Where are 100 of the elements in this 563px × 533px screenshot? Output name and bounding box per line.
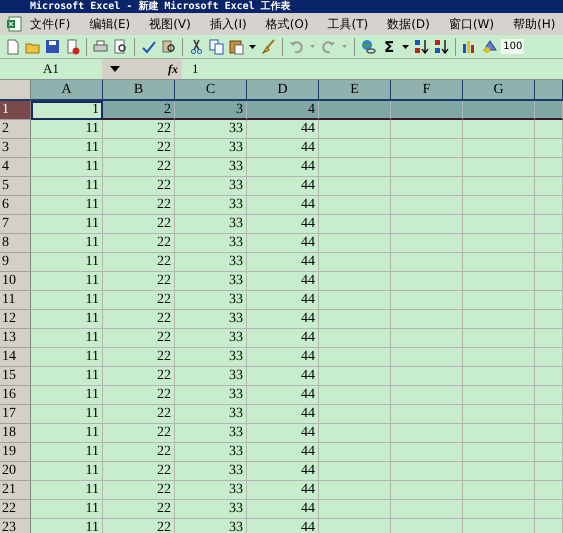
column-header[interactable]: A — [31, 80, 103, 101]
table-cell — [463, 481, 535, 500]
table-cell: 22 — [103, 329, 175, 348]
table-cell: 44 — [247, 348, 319, 367]
menu-item[interactable]: 窗口(W) — [448, 14, 494, 34]
row-header[interactable]: 20 — [0, 462, 31, 481]
sort-ascending-icon[interactable] — [413, 38, 430, 55]
clipboard-icon[interactable] — [228, 38, 245, 55]
table-cell — [535, 481, 563, 500]
table-cell — [535, 386, 563, 405]
menu-item[interactable]: 视图(V) — [149, 14, 191, 34]
row-header[interactable]: 10 — [0, 272, 31, 291]
copy-icon[interactable] — [208, 38, 225, 55]
table-cell — [463, 101, 535, 120]
table-cell — [463, 120, 535, 139]
row-header[interactable]: 7 — [0, 215, 31, 234]
row-header[interactable]: 14 — [0, 348, 31, 367]
menu-item[interactable]: 帮助(H) — [513, 14, 556, 34]
table-cell: 22 — [103, 253, 175, 272]
row-header[interactable]: 12 — [0, 310, 31, 329]
table-cell: 44 — [247, 443, 319, 462]
table-cell: 1 — [31, 101, 103, 120]
table-cell: 33 — [175, 348, 247, 367]
row-header[interactable]: 21 — [0, 481, 31, 500]
table-cell — [535, 101, 563, 120]
row-header[interactable]: 11 — [0, 291, 31, 310]
table-cell: 44 — [247, 310, 319, 329]
table-cell: 44 — [247, 367, 319, 386]
spreadsheet-icon[interactable] — [6, 16, 22, 32]
table-cell — [319, 405, 391, 424]
caret-icon[interactable] — [110, 66, 120, 72]
menu-item[interactable]: 数据(D) — [387, 14, 430, 34]
row-header[interactable]: 4 — [0, 158, 31, 177]
zoom-field[interactable]: 100 — [501, 39, 524, 54]
column-header[interactable]: E — [319, 80, 391, 101]
column-header[interactable]: B — [103, 80, 175, 101]
column-header[interactable]: D — [247, 80, 319, 101]
drawing-tools-icon[interactable] — [481, 38, 498, 55]
paintbrush-icon[interactable] — [260, 38, 277, 55]
table-cell — [391, 253, 463, 272]
table-cell: 33 — [175, 177, 247, 196]
research-book-icon[interactable] — [160, 38, 177, 55]
table-cell — [319, 310, 391, 329]
row-header[interactable]: 15 — [0, 367, 31, 386]
table-cell — [391, 481, 463, 500]
menu-item[interactable]: 编辑(E) — [89, 14, 130, 34]
row-header[interactable]: 22 — [0, 500, 31, 519]
table-cell: 33 — [175, 139, 247, 158]
menu-item[interactable]: 工具(T) — [328, 14, 368, 34]
table-cell: 22 — [103, 196, 175, 215]
table-cell — [463, 291, 535, 310]
table-cell — [319, 272, 391, 291]
sort-descending-icon[interactable] — [433, 38, 450, 55]
row-header[interactable]: 19 — [0, 443, 31, 462]
column-header[interactable]: F — [391, 80, 463, 101]
row-header[interactable]: 16 — [0, 386, 31, 405]
menu-item[interactable]: 文件(F) — [30, 14, 70, 34]
column-header[interactable] — [535, 80, 563, 101]
row-header[interactable]: 8 — [0, 234, 31, 253]
table-cell: 11 — [31, 367, 103, 386]
table-cell: 33 — [175, 386, 247, 405]
table-cell: 33 — [175, 291, 247, 310]
table-cell — [391, 329, 463, 348]
table-cell — [463, 139, 535, 158]
table-cell: 2 — [103, 101, 175, 120]
row-header[interactable]: 23 — [0, 519, 31, 533]
row-header[interactable]: 18 — [0, 424, 31, 443]
table-cell: 11 — [31, 215, 103, 234]
row-header[interactable]: 17 — [0, 405, 31, 424]
menu-item[interactable]: 格式(O) — [266, 14, 309, 34]
table-cell: 44 — [247, 253, 319, 272]
table-cell — [463, 177, 535, 196]
column-header[interactable]: G — [463, 80, 535, 101]
select-all-corner[interactable] — [0, 80, 31, 101]
table-cell — [319, 443, 391, 462]
row-header[interactable]: 9 — [0, 253, 31, 272]
column-header[interactable]: C — [175, 80, 247, 101]
table-cell: 44 — [247, 215, 319, 234]
table-cell — [391, 500, 463, 519]
row-header[interactable]: 3 — [0, 139, 31, 158]
table-cell — [535, 253, 563, 272]
table-cell: 11 — [31, 139, 103, 158]
scissors-icon[interactable] — [188, 38, 205, 55]
formula-field[interactable]: 1 — [182, 59, 563, 79]
table-cell — [319, 120, 391, 139]
menu-item[interactable]: 插入(I) — [210, 14, 247, 34]
row-header[interactable]: 13 — [0, 329, 31, 348]
table-cell — [535, 196, 563, 215]
row-header[interactable]: 2 — [0, 120, 31, 139]
table-cell — [463, 310, 535, 329]
row-header[interactable]: 5 — [0, 177, 31, 196]
row-header[interactable]: 6 — [0, 196, 31, 215]
insert-function-button[interactable]: fx — [168, 62, 178, 76]
table-cell — [463, 329, 535, 348]
row-header[interactable]: 1 — [0, 101, 31, 120]
table-cell: 11 — [31, 272, 103, 291]
globe-link-icon[interactable] — [360, 38, 377, 55]
autosum-button[interactable]: Σ — [380, 38, 398, 56]
table-cell — [319, 367, 391, 386]
table-cell: 33 — [175, 196, 247, 215]
